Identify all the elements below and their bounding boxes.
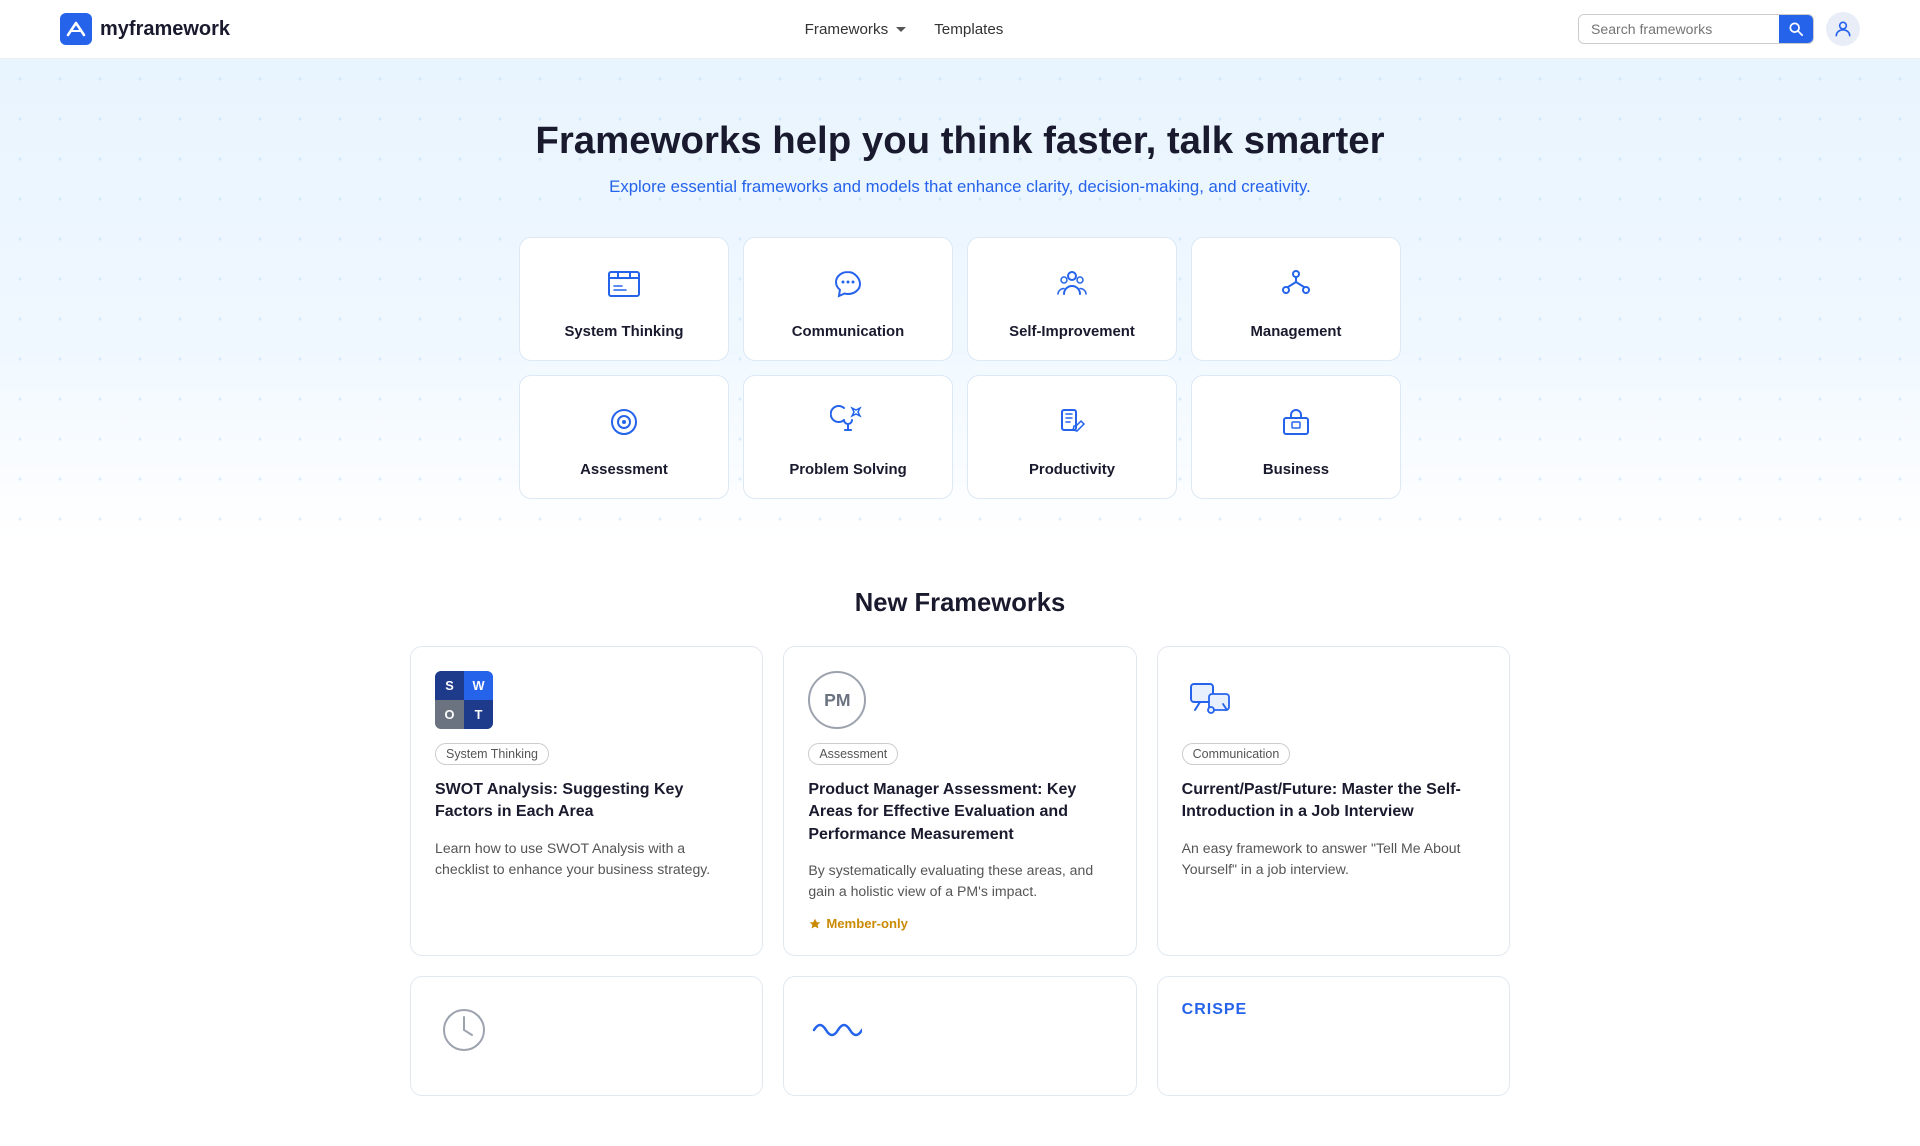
logo-text: myframework [100,18,230,41]
search-input[interactable] [1579,15,1779,43]
framework-description: By systematically evaluating these areas… [808,860,1111,902]
search-button[interactable] [1779,15,1813,43]
framework-badge: System Thinking [435,743,549,765]
new-frameworks-title: New Frameworks [60,589,1860,618]
category-productivity[interactable]: Productivity [967,375,1177,499]
category-assessment[interactable]: Assessment [519,375,729,499]
framework-title: Current/Past/Future: Master the Self-Int… [1182,779,1485,824]
productivity-icon [1054,404,1090,448]
category-label: Communication [792,324,904,340]
category-label: Assessment [580,462,668,478]
category-self-improvement[interactable]: Self-Improvement [967,237,1177,361]
category-management[interactable]: Management [1191,237,1401,361]
clock-icon [439,1005,489,1055]
hero-section: Frameworks help you think faster, talk s… [0,59,1920,539]
frameworks-dropdown-icon [896,27,906,32]
comm-icon [1183,672,1239,728]
nav-frameworks-link[interactable]: Frameworks [805,21,907,38]
swot-thumbnail: S W O T [435,671,493,729]
pm-thumbnail: PM [808,671,866,729]
assessment-icon [606,404,642,448]
problem-solving-icon [830,404,866,448]
swot-t: T [464,700,493,729]
nav-links: Frameworks Templates [805,21,1004,38]
communication-icon [830,266,866,310]
member-only-badge: Member-only [808,916,1111,931]
swot-o: O [435,700,464,729]
hero-subtitle: Explore essential frameworks and models … [20,177,1900,197]
framework-card-partial-3[interactable]: CRISPE [1157,976,1510,1096]
framework-card-partial-2[interactable] [783,976,1136,1096]
user-avatar[interactable] [1826,12,1860,46]
framework-description: Learn how to use SWOT Analysis with a ch… [435,838,738,880]
framework-description: An easy framework to answer "Tell Me Abo… [1182,838,1485,880]
hero-title: Frameworks help you think faster, talk s… [20,119,1900,163]
crispe-text: CRISPE [1182,1001,1248,1019]
nav-templates-link[interactable]: Templates [934,21,1003,38]
business-icon [1278,404,1314,448]
category-label: Management [1251,324,1342,340]
wave-thumbnail [808,1001,866,1059]
wave-icon [812,1015,862,1045]
framework-badge: Assessment [808,743,898,765]
management-icon [1278,266,1314,310]
search-icon [1789,22,1803,36]
frameworks-grid-partial: CRISPE [410,976,1510,1096]
crispe-thumbnail: CRISPE [1182,1001,1240,1019]
system-thinking-icon [606,266,642,310]
new-frameworks-section: New Frameworks S W O T System Thinking S… [0,539,1920,1146]
framework-card-comm[interactable]: Communication Current/Past/Future: Maste… [1157,646,1510,956]
user-icon [1833,19,1853,39]
category-label: Problem Solving [789,462,906,478]
category-business[interactable]: Business [1191,375,1401,499]
framework-title: Product Manager Assessment: Key Areas fo… [808,779,1111,846]
category-label: System Thinking [564,324,683,340]
nav-right [1578,12,1860,46]
search-wrapper [1578,14,1814,44]
self-improvement-icon [1054,266,1090,310]
category-communication[interactable]: Communication [743,237,953,361]
comm-thumbnail [1182,671,1240,729]
framework-card-partial-1[interactable] [410,976,763,1096]
logo[interactable]: myframework [60,13,230,45]
clock-thumbnail [435,1001,493,1059]
category-label: Self-Improvement [1009,324,1135,340]
framework-card-swot[interactable]: S W O T System Thinking SWOT Analysis: S… [410,646,763,956]
framework-card-pm[interactable]: PM Assessment Product Manager Assessment… [783,646,1136,956]
category-grid: System Thinking Communication [20,237,1900,499]
framework-badge: Communication [1182,743,1291,765]
navbar: myframework Frameworks Templates [0,0,1920,59]
frameworks-grid: S W O T System Thinking SWOT Analysis: S… [410,646,1510,956]
star-icon [808,917,822,931]
category-label: Business [1263,462,1329,478]
category-problem-solving[interactable]: Problem Solving [743,375,953,499]
framework-title: SWOT Analysis: Suggesting Key Factors in… [435,779,738,824]
swot-s: S [435,671,464,700]
swot-w: W [464,671,493,700]
category-label: Productivity [1029,462,1115,478]
category-system-thinking[interactable]: System Thinking [519,237,729,361]
